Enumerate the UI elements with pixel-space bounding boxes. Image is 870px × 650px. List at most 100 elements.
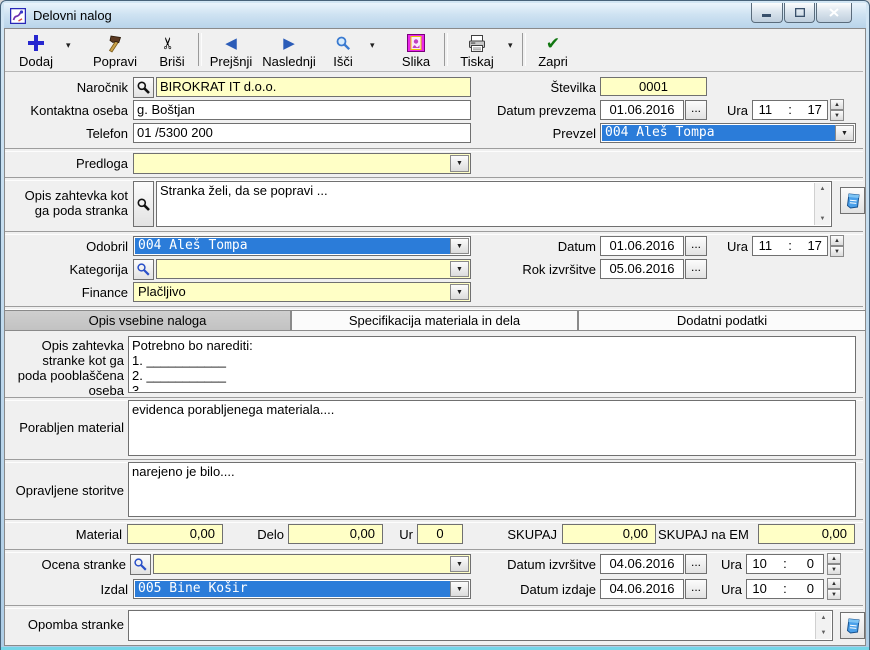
ura-hh[interactable]: 11	[753, 237, 778, 255]
porabljen-material-textarea[interactable]: evidenca porabljenega materiala....	[128, 400, 856, 456]
opomba-stranke-text	[132, 612, 814, 639]
datum-prevzema-input[interactable]: 01.06.2016	[600, 100, 684, 120]
datum-input[interactable]: 01.06.2016	[600, 236, 684, 256]
next-button[interactable]: ▶ Naslednji	[258, 31, 320, 69]
arrow-right-icon: ▶	[283, 33, 295, 53]
finance-combobox[interactable]: Plačljivo ▼	[133, 282, 471, 302]
datum-picker-button[interactable]: ...	[685, 236, 707, 256]
odobril-combobox[interactable]: 004 Aleš Tompa ▼	[133, 236, 471, 256]
ura-izdaje-mm[interactable]: 0	[798, 580, 823, 598]
ura-izdaje-input[interactable]: 10 : 0	[746, 579, 824, 599]
spin-up-button[interactable]: ▲	[830, 235, 844, 246]
narocnik-search-button[interactable]	[133, 77, 154, 98]
spin-down-button[interactable]: ▼	[830, 246, 844, 257]
ur-input[interactable]: 0	[417, 524, 463, 544]
chevron-down-icon[interactable]: ▼	[835, 125, 854, 141]
izdal-label: Izdal	[0, 582, 128, 597]
scrollbar[interactable]: ▲ ▼	[814, 183, 830, 225]
datum-izdaje-input[interactable]: 04.06.2016	[600, 579, 684, 599]
ura-izvrsitve-hh[interactable]: 10	[747, 555, 772, 573]
spin-up-button[interactable]: ▲	[827, 553, 841, 564]
ocena-stranke-label: Ocena stranke	[0, 557, 126, 572]
stevilka-input[interactable]: 0001	[600, 77, 707, 96]
opis-zahtevka-search-button[interactable]	[133, 181, 154, 227]
tab-opis-vsebine-naloga[interactable]: Opis vsebine naloga	[4, 310, 291, 331]
kategorija-search-button[interactable]	[133, 259, 154, 280]
skupaj-na-em-input[interactable]: 0,00	[758, 524, 855, 544]
rok-izvrsitve-input[interactable]: 05.06.2016	[600, 259, 684, 279]
spin-down-button[interactable]: ▼	[827, 589, 841, 600]
scroll-down-icon[interactable]: ▼	[820, 213, 826, 225]
datum-prevzema-picker-button[interactable]: ...	[685, 100, 707, 120]
ocena-stranke-combobox[interactable]: ▼	[153, 554, 471, 574]
prevzel-combobox[interactable]: 004 Aleš Tompa ▼	[600, 123, 856, 143]
print-button[interactable]: Tiskaj	[451, 31, 503, 69]
spin-down-button[interactable]: ▼	[830, 110, 844, 121]
edit-label: Popravi	[93, 55, 137, 68]
ocena-stranke-selected-value	[155, 556, 452, 572]
chevron-down-icon[interactable]: ▼	[450, 284, 469, 300]
tab-specifikacija-materiala[interactable]: Specifikacija materiala in dela	[291, 310, 578, 331]
skupaj-input[interactable]: 0,00	[562, 524, 656, 544]
finance-label: Finance	[0, 285, 128, 300]
close-form-button[interactable]: ✔ Zapri	[530, 31, 576, 69]
opomba-stranke-textarea[interactable]: ▲ ▼	[128, 610, 833, 641]
edit-button[interactable]: Popravi	[86, 31, 144, 69]
next-label: Naslednji	[262, 55, 315, 68]
opomba-stranke-notes-button[interactable]	[840, 612, 865, 639]
add-dropdown-arrow[interactable]: ▾	[66, 40, 71, 51]
ura-izdaje-hh[interactable]: 10	[747, 580, 772, 598]
ura-prevzema-mm[interactable]: 17	[802, 101, 827, 119]
izdal-combobox[interactable]: 005 Bine Košir ▼	[133, 579, 471, 599]
search-dropdown-arrow[interactable]: ▾	[370, 40, 375, 51]
ura-prevzema-input[interactable]: 11 : 17	[752, 100, 828, 120]
ura-prevzema-hh[interactable]: 11	[753, 101, 778, 119]
opis-zahtevka-textarea[interactable]: Stranka želi, da se popravi ... ▲ ▼	[156, 181, 832, 227]
telefon-input[interactable]: 01 /5300 200	[133, 123, 471, 143]
datum-izdaje-picker-button[interactable]: ...	[685, 579, 707, 599]
ura-mm[interactable]: 17	[802, 237, 827, 255]
spin-down-button[interactable]: ▼	[827, 564, 841, 575]
predloga-combobox[interactable]: ▼	[133, 153, 471, 174]
chevron-down-icon[interactable]: ▼	[450, 155, 469, 172]
ura-izvrsitve-mm[interactable]: 0	[798, 555, 823, 573]
opis-zahtevka-stranke-textarea[interactable]: Potrebno bo narediti: 1. ___________ 2. …	[128, 336, 856, 393]
tab-dodatni-podatki[interactable]: Dodatni podatki	[578, 310, 866, 331]
add-button[interactable]: Dodaj	[8, 31, 64, 69]
chevron-down-icon[interactable]: ▼	[450, 556, 469, 572]
material-input[interactable]: 0,00	[127, 524, 223, 544]
spin-up-button[interactable]: ▲	[827, 578, 841, 589]
datum-izvrsitve-input[interactable]: 04.06.2016	[600, 554, 684, 574]
magnifier-icon	[136, 197, 151, 212]
datum-izvrsitve-picker-button[interactable]: ...	[685, 554, 707, 574]
title-bar[interactable]: Delovni nalog	[4, 3, 866, 28]
kategorija-combobox[interactable]: ▼	[156, 259, 471, 279]
spin-up-button[interactable]: ▲	[830, 99, 844, 110]
picture-button[interactable]: Slika	[394, 31, 438, 69]
opravljene-storitve-textarea[interactable]: narejeno je bilo....	[128, 462, 856, 517]
ura-input[interactable]: 11 : 17	[752, 236, 828, 256]
maximize-button[interactable]	[784, 3, 815, 23]
ura-izvrsitve-input[interactable]: 10 : 0	[746, 554, 824, 574]
scroll-up-icon[interactable]: ▲	[820, 183, 826, 195]
magnifier-icon	[335, 33, 352, 53]
chevron-down-icon[interactable]: ▼	[450, 238, 469, 254]
scroll-down-icon[interactable]: ▼	[821, 627, 827, 639]
chevron-down-icon[interactable]: ▼	[450, 581, 469, 597]
delo-input[interactable]: 0,00	[288, 524, 383, 544]
rok-izvrsitve-picker-button[interactable]: ...	[685, 259, 707, 279]
opis-zahtevka-notes-button[interactable]	[840, 187, 865, 214]
scroll-up-icon[interactable]: ▲	[821, 612, 827, 624]
kontaktna-oseba-input[interactable]: g. Boštjan	[133, 100, 471, 120]
close-button[interactable]	[816, 3, 852, 23]
delete-button[interactable]: ✂ Briši	[150, 31, 194, 69]
scrollbar[interactable]: ▲ ▼	[815, 612, 831, 639]
maximize-icon	[795, 8, 805, 17]
print-dropdown-arrow[interactable]: ▾	[508, 40, 513, 51]
search-button[interactable]: Išči	[324, 31, 362, 69]
previous-button[interactable]: ◀ Prejšnji	[204, 31, 258, 69]
chevron-down-icon[interactable]: ▼	[450, 261, 469, 277]
narocnik-input[interactable]: BIROKRAT IT d.o.o.	[156, 77, 471, 97]
ocena-stranke-search-button[interactable]	[130, 554, 151, 575]
minimize-button[interactable]	[751, 3, 783, 23]
